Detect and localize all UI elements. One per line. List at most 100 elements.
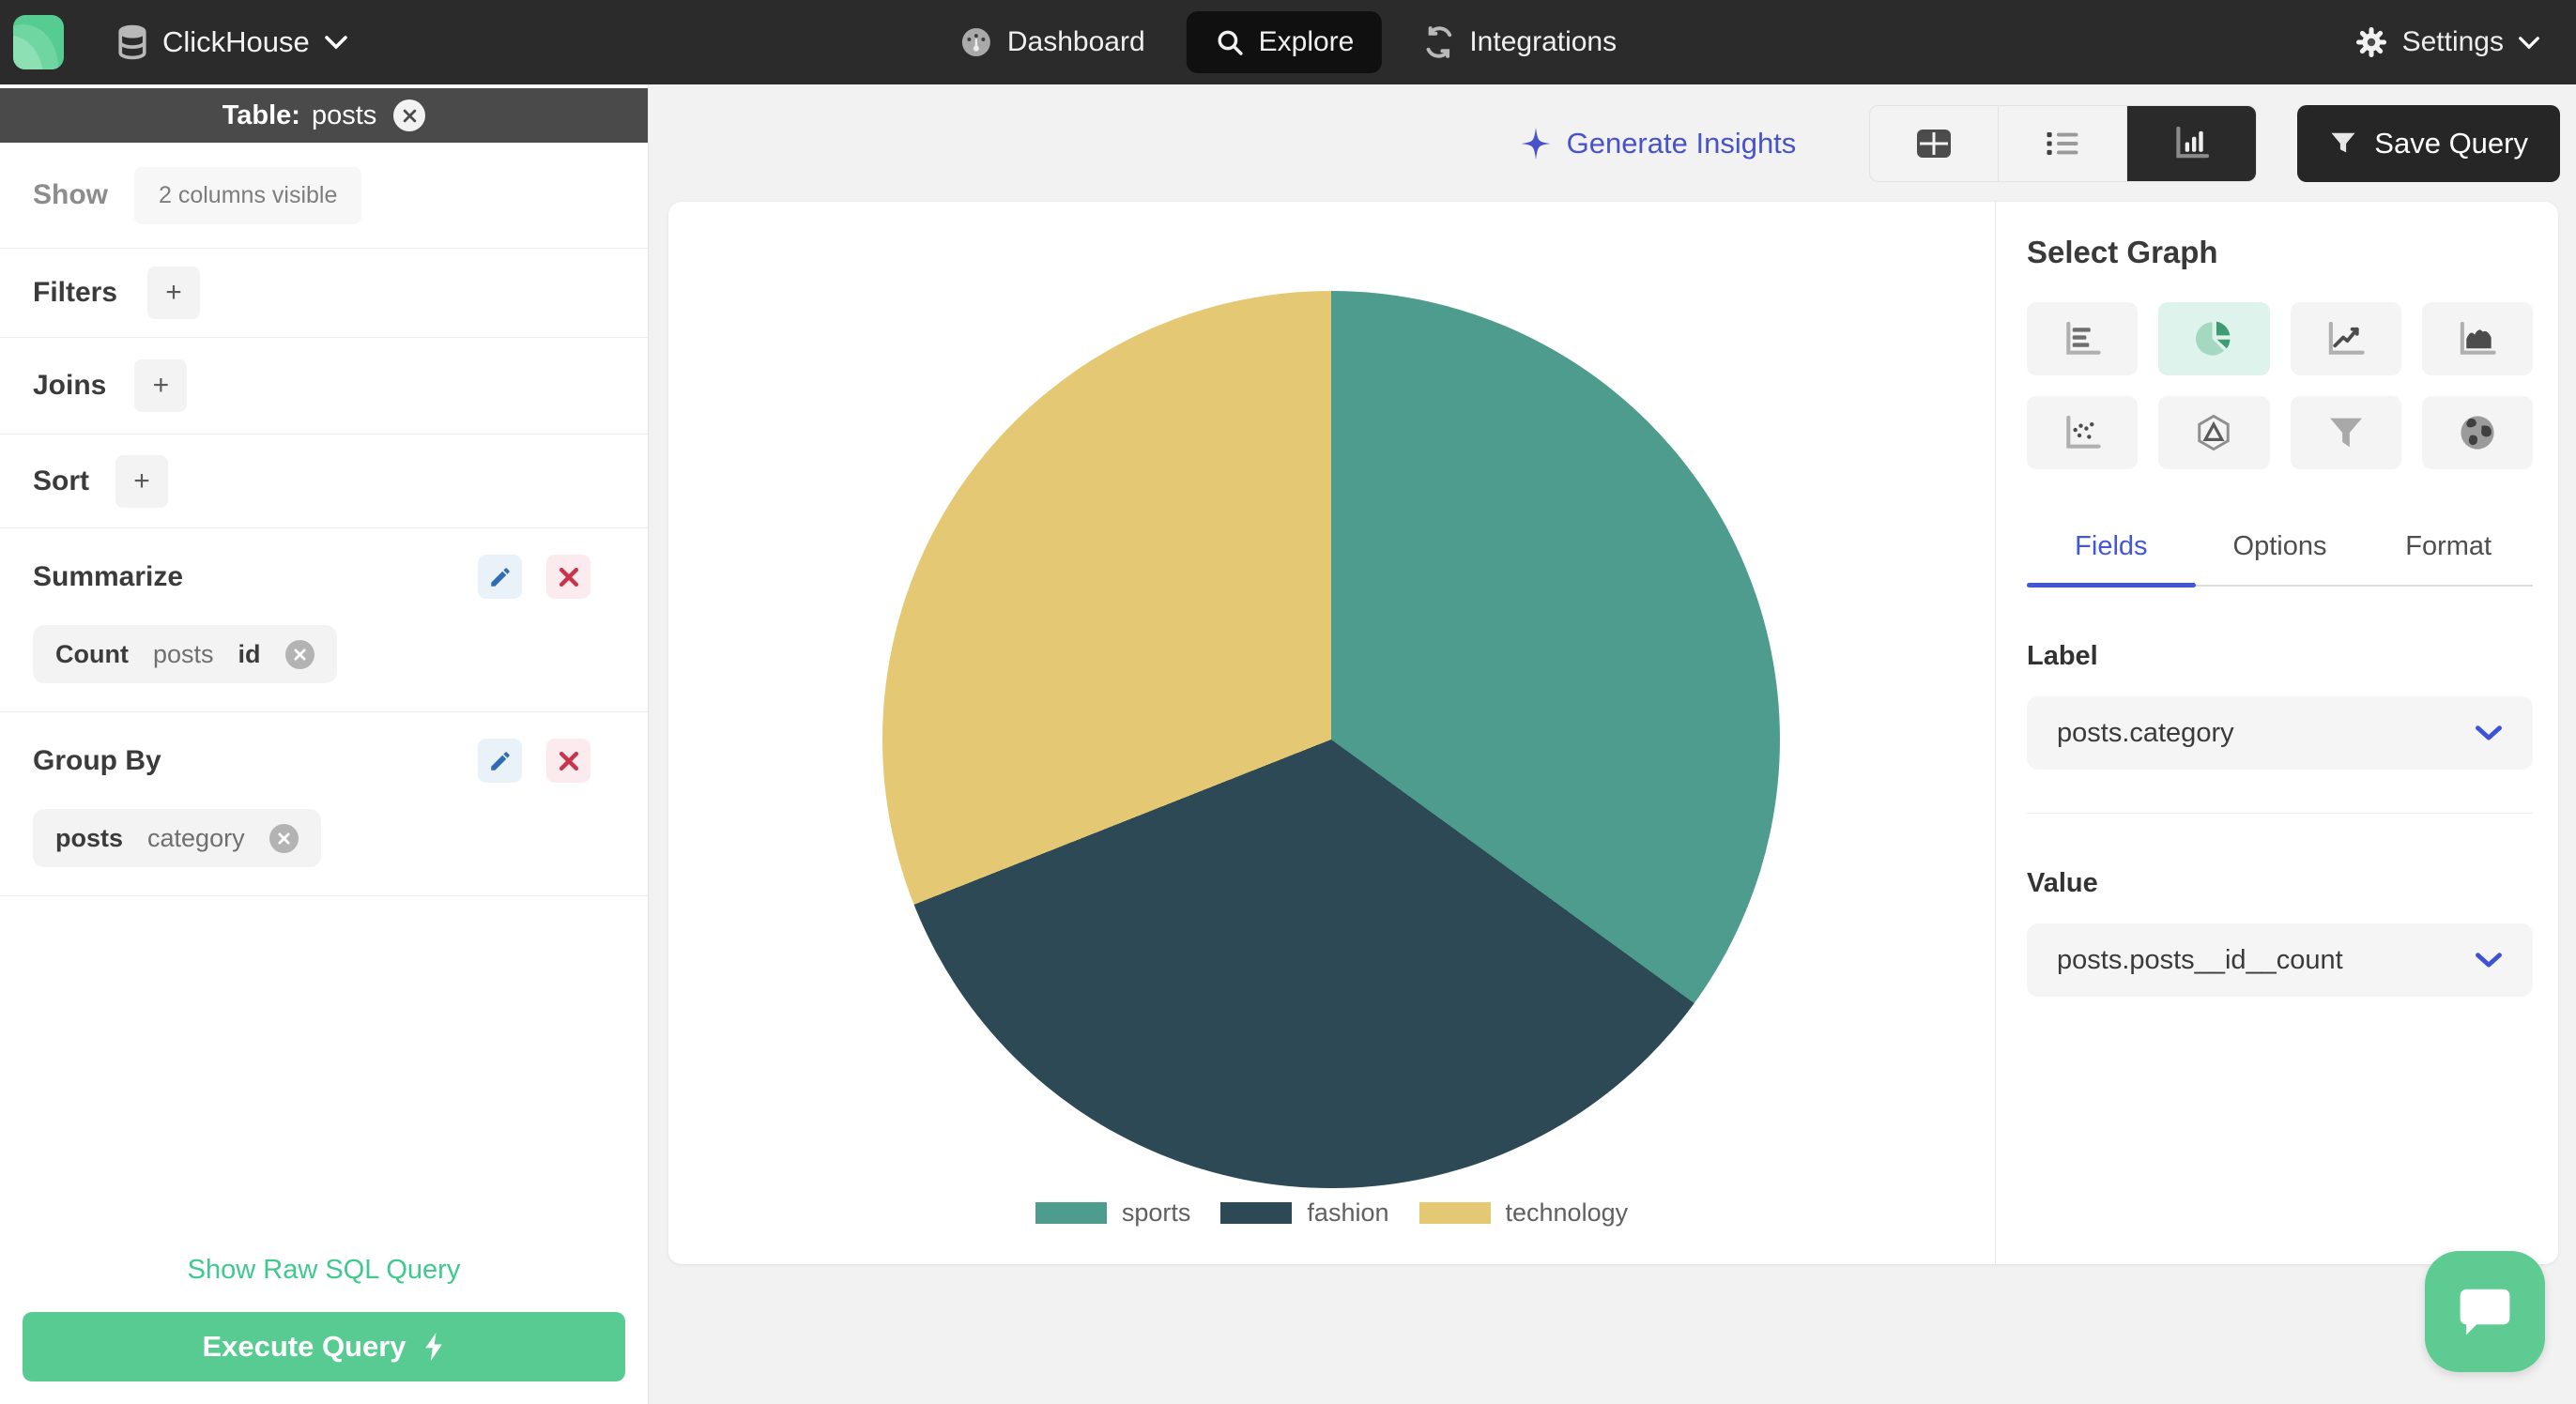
remove-table-button[interactable] (393, 99, 426, 131)
legend-label: technology (1505, 1198, 1629, 1227)
radar-chart-icon (2193, 412, 2234, 453)
legend-label: sports (1121, 1198, 1191, 1227)
query-builder-sidebar: Table: posts Show 2 columns visible Filt… (0, 84, 649, 1404)
view-toggle-chart[interactable] (2127, 106, 2257, 181)
remove-summarize-button[interactable] (546, 555, 590, 599)
settings-menu[interactable]: Settings (2354, 25, 2540, 59)
show-raw-sql-link[interactable]: Show Raw SQL Query (0, 1255, 648, 1286)
graph-type-line[interactable] (2290, 302, 2401, 375)
table-view-icon (1914, 127, 1954, 160)
graph-type-scatter[interactable] (2027, 396, 2139, 469)
results-card: sports fashion technology Select Graph F… (668, 202, 2558, 1264)
chat-widget-button[interactable] (2425, 1251, 2545, 1372)
list-view-icon (2043, 127, 2082, 160)
filters-section-label: Filters (33, 277, 118, 308)
nav-explore-label: Explore (1258, 26, 1355, 57)
horizontal-bar-chart-icon (2062, 320, 2103, 358)
groupby-chip[interactable]: posts category (33, 809, 321, 867)
remove-summarize-chip-button[interactable] (284, 639, 314, 669)
tab-fields[interactable]: Fields (2027, 531, 2196, 588)
database-selector[interactable]: ClickHouse (116, 24, 348, 60)
lightning-bolt-icon (422, 1333, 446, 1361)
view-toggle-list[interactable] (1999, 106, 2128, 181)
save-query-button[interactable]: Save Query (2297, 105, 2560, 182)
label-field-value: posts.category (2057, 717, 2234, 748)
chart-legend: sports fashion technology (668, 1198, 1995, 1228)
legend-swatch (1220, 1202, 1293, 1224)
tab-options[interactable]: Options (2196, 531, 2365, 585)
select-graph-title: Select Graph (2027, 235, 2218, 269)
sort-section-label: Sort (33, 465, 89, 496)
tab-format[interactable]: Format (2364, 531, 2533, 585)
graph-type-area[interactable] (2421, 302, 2533, 375)
legend-item-fashion[interactable]: fashion (1220, 1198, 1389, 1228)
execute-query-button[interactable]: Execute Query (23, 1312, 625, 1381)
summarize-chip-agg: Count (55, 639, 129, 668)
nav-explore[interactable]: Explore (1186, 11, 1383, 73)
chevron-down-icon (2475, 952, 2503, 969)
graph-type-bar[interactable] (2027, 302, 2139, 375)
pie-chart-icon (2193, 318, 2234, 359)
gear-icon (2354, 25, 2388, 59)
legend-swatch (1035, 1202, 1107, 1224)
groupby-section-label: Group By (33, 744, 161, 776)
chart-zone: sports fashion technology (668, 202, 1995, 1264)
graph-type-radar[interactable] (2158, 396, 2270, 469)
remove-groupby-chip-button[interactable] (268, 823, 299, 853)
graph-type-funnel[interactable] (2290, 396, 2401, 469)
database-icon (116, 24, 148, 60)
table-header: Table: posts (0, 88, 648, 143)
chevron-down-icon (324, 35, 348, 50)
nav-dashboard[interactable]: Dashboard (959, 25, 1145, 59)
nav-integrations[interactable]: Integrations (1423, 26, 1617, 58)
remove-groupby-button[interactable] (546, 739, 590, 783)
execute-query-label: Execute Query (202, 1330, 406, 1363)
table-name: posts (311, 99, 377, 130)
refresh-icon (1423, 26, 1455, 58)
groupby-chip-table: posts (55, 823, 124, 852)
add-sort-button[interactable]: + (115, 454, 168, 508)
app-logo[interactable] (13, 15, 64, 69)
summarize-chip-table: posts (152, 639, 214, 668)
edit-groupby-button[interactable] (478, 739, 522, 783)
results-toolbar: Generate Insights Save Query (1520, 105, 2560, 182)
add-filter-button[interactable]: + (147, 267, 201, 319)
graph-type-map[interactable] (2421, 396, 2533, 469)
sparkle-icon (1520, 126, 1552, 161)
legend-swatch (1418, 1202, 1491, 1224)
graph-settings-tabs: Fields Options Format (2027, 531, 2533, 588)
summarize-chip[interactable]: Count posts id (33, 625, 337, 683)
save-query-label: Save Query (2374, 127, 2528, 160)
generate-insights-button[interactable]: Generate Insights (1520, 126, 1797, 161)
settings-label: Settings (2401, 26, 2504, 57)
value-field-dropdown[interactable]: posts.posts__id__count (2027, 923, 2533, 997)
graph-settings-panel: Select Graph Fields Options Format Label… (1995, 202, 2558, 1264)
label-field-title: Label (2027, 641, 2098, 671)
search-icon (1215, 27, 1245, 57)
edit-summarize-button[interactable] (478, 555, 522, 599)
legend-label: fashion (1307, 1198, 1389, 1227)
brand-label: ClickHouse (162, 25, 310, 58)
label-field-dropdown[interactable]: posts.category (2027, 696, 2533, 770)
groupby-chip-column: category (147, 823, 245, 852)
nav-dashboard-label: Dashboard (1006, 26, 1145, 57)
generate-insights-label: Generate Insights (1566, 127, 1797, 160)
show-section-label: Show (33, 179, 108, 210)
view-toggle-table[interactable] (1870, 106, 2000, 181)
summarize-section-label: Summarize (33, 560, 184, 592)
table-header-prefix: Table: (222, 99, 300, 130)
bar-chart-view-icon (2172, 126, 2212, 161)
columns-visible-badge[interactable]: 2 columns visible (134, 166, 362, 224)
pie-chart[interactable] (882, 291, 1780, 1188)
summarize-chip-column: id (238, 639, 261, 668)
value-field-title: Value (2027, 868, 2098, 898)
line-chart-icon (2325, 320, 2367, 358)
area-chart-icon (2457, 320, 2498, 358)
legend-item-sports[interactable]: sports (1035, 1198, 1191, 1228)
funnel-icon (2329, 130, 2357, 158)
graph-type-pie[interactable] (2158, 302, 2270, 375)
funnel-chart-icon (2327, 414, 2365, 451)
graph-type-grid (2027, 302, 2533, 469)
legend-item-technology[interactable]: technology (1418, 1198, 1629, 1228)
add-join-button[interactable]: + (134, 359, 188, 412)
